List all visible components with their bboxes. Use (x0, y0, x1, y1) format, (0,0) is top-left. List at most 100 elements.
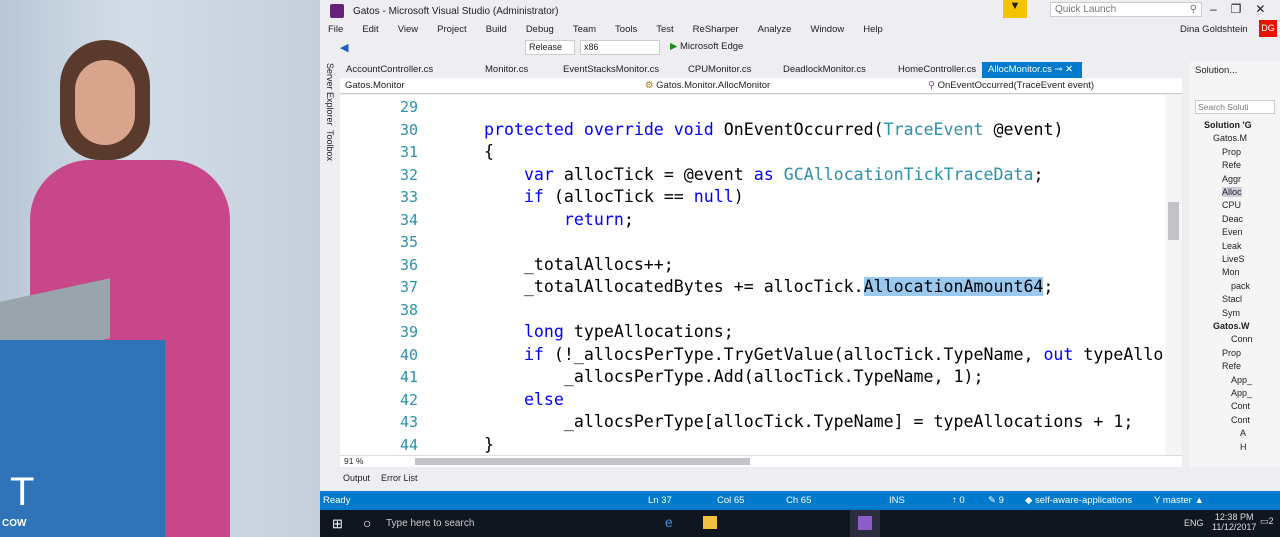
solution-item[interactable]: Cont (1231, 401, 1250, 411)
solution-item[interactable]: Gatos.W (1213, 321, 1250, 331)
navigation-bar: Gatos.Monitor ⚙ Gatos.Monitor.AllocMonit… (340, 78, 1182, 94)
tab-cpumonitor[interactable]: CPUMonitor.cs (688, 64, 751, 75)
window-controls[interactable]: –❐✕ (1210, 2, 1280, 16)
status-ch: Ch 65 (786, 495, 812, 506)
menu-item-analyze[interactable]: Analyze (758, 24, 792, 35)
solution-item[interactable]: Aggr (1222, 174, 1241, 184)
tab-monitor[interactable]: Monitor.cs (485, 64, 528, 75)
type-name: GCAllocationTickTraceData (783, 164, 1034, 184)
menu-item-resharper[interactable]: ReSharper (693, 24, 739, 35)
solution-item[interactable]: Prop (1222, 147, 1241, 157)
zoom-level[interactable]: 91 % (344, 456, 363, 466)
language-indicator[interactable]: ENG (1184, 518, 1204, 528)
menu-item-test[interactable]: Test (656, 24, 673, 35)
close-tab-icon[interactable]: ✕ (1065, 64, 1073, 75)
back-icon[interactable]: ◀ (340, 41, 348, 54)
solution-item[interactable]: Sym (1222, 308, 1240, 318)
menu-item-team[interactable]: Team (573, 24, 596, 35)
code-line: } (444, 435, 494, 454)
taskbar-search[interactable]: Type here to search (386, 518, 474, 529)
solution-item[interactable]: App_ (1231, 375, 1252, 385)
solution-explorer: Solution... Search Soluti Solution 'G Gat… (1190, 62, 1280, 467)
solution-search-input[interactable]: Search Soluti (1195, 100, 1275, 114)
toolbox-tab[interactable]: Toolbox (325, 130, 335, 161)
user-avatar[interactable]: DG (1259, 20, 1277, 37)
solution-item[interactable]: Gatos.M (1213, 133, 1247, 143)
scroll-thumb[interactable] (1168, 202, 1179, 240)
tab-homecontroller[interactable]: HomeController.cs (898, 64, 976, 75)
solution-item[interactable]: Mon (1222, 267, 1240, 277)
menu-bar: File Edit View Project Build Debug Team Tools Te… (328, 24, 902, 35)
solution-item[interactable]: CPU (1222, 200, 1241, 210)
menu-item-view[interactable]: View (398, 24, 418, 35)
solution-item[interactable]: Leak (1222, 241, 1242, 251)
file-explorer-icon[interactable] (703, 516, 717, 529)
type-dropdown[interactable]: ⚙ Gatos.Monitor.AllocMonitor (645, 80, 915, 91)
code-token: _allocsPerType.Add(allocTick.TypeName, 1… (444, 367, 984, 386)
tab-deadlockmonitor[interactable]: DeadlockMonitor.cs (783, 64, 866, 75)
platform-select[interactable]: x86 (580, 40, 660, 55)
menu-item-debug[interactable]: Debug (526, 24, 554, 35)
visual-studio-taskbar-icon[interactable] (850, 510, 880, 537)
solution-item[interactable]: A (1240, 428, 1246, 438)
push-count[interactable]: ↑ 0 (952, 495, 965, 506)
output-tab[interactable]: Output (343, 473, 370, 483)
menu-item-edit[interactable]: Edit (362, 24, 378, 35)
user-name[interactable]: Dina Goldshtein (1180, 24, 1248, 35)
editor-vertical-scrollbar[interactable] (1165, 95, 1182, 455)
menu-item-project[interactable]: Project (437, 24, 467, 35)
server-explorer-tab[interactable]: Server Explorer (325, 63, 335, 126)
menu-item-window[interactable]: Window (810, 24, 844, 35)
menu-item-help[interactable]: Help (863, 24, 883, 35)
quick-launch-input[interactable]: Quick Launch ⚲ (1050, 2, 1202, 17)
solution-item[interactable]: Prop (1222, 348, 1241, 358)
tab-eventstacksmonitor[interactable]: EventStacksMonitor.cs (563, 64, 659, 75)
code-token: (allocTick == (543, 187, 694, 206)
solution-item[interactable]: App_ (1231, 388, 1252, 398)
branch-name[interactable]: Y master ▲ (1154, 495, 1204, 506)
presenter-video: T COW (0, 0, 320, 537)
solution-item[interactable]: Deac (1222, 214, 1243, 224)
solution-item[interactable]: Solution 'G (1204, 120, 1252, 130)
code-editor[interactable]: 29 30 protected override void OnEventOccu… (340, 95, 1165, 455)
filter-icon[interactable]: ▼ (1003, 0, 1027, 18)
run-button[interactable]: ▶ Microsoft Edge (670, 41, 743, 52)
keyword: as (753, 164, 774, 184)
solution-item[interactable]: Cont (1231, 415, 1250, 425)
status-col: Col 65 (717, 495, 745, 506)
windows-start-icon[interactable]: ⊞ (332, 516, 343, 532)
edit-count[interactable]: ✎ 9 (988, 495, 1004, 506)
solution-item[interactable]: LiveS (1222, 254, 1245, 264)
line-number: 34 (399, 210, 418, 229)
repo-name[interactable]: ◆ self-aware-applications (1025, 495, 1132, 506)
code-line: long typeAllocations; (444, 322, 734, 341)
config-select[interactable]: Release (525, 40, 575, 55)
solution-item[interactable]: Even (1222, 227, 1243, 237)
solution-item[interactable]: Refe (1222, 160, 1241, 170)
project-dropdown[interactable]: Gatos.Monitor (345, 80, 615, 91)
edge-icon[interactable]: e (665, 514, 673, 530)
tab-allocmonitor-active[interactable]: AllocMonitor.cs ⊸ ✕ (982, 62, 1082, 78)
notifications-icon[interactable]: ▭2 (1260, 516, 1274, 527)
menu-item-tools[interactable]: Tools (615, 24, 637, 35)
tab-accountcontroller[interactable]: AccountController.cs (346, 64, 433, 75)
menu-item-file[interactable]: File (328, 24, 343, 35)
line-number: 37 (399, 278, 418, 296)
pin-icon[interactable]: ⊸ (1055, 64, 1063, 75)
active-tab-label: AllocMonitor.cs (988, 64, 1052, 75)
horizontal-scroll-thumb[interactable] (415, 458, 750, 465)
menu-item-build[interactable]: Build (486, 24, 507, 35)
solution-item[interactable]: Refe (1222, 361, 1241, 371)
solution-item[interactable]: Alloc (1222, 187, 1242, 197)
line-number: 42 (399, 390, 418, 409)
solution-item[interactable]: Conn (1231, 334, 1253, 344)
error-list-tab[interactable]: Error List (381, 473, 418, 483)
solution-item[interactable]: pack (1231, 281, 1250, 291)
cortana-icon[interactable]: ○ (363, 515, 371, 531)
member-dropdown[interactable]: ⚲ OnEventOccurred(TraceEvent event) (928, 80, 1178, 91)
clock[interactable]: 12:38 PM 11/12/2017 (1212, 512, 1256, 532)
solution-item[interactable]: Stacl (1222, 294, 1242, 304)
solution-item[interactable]: H (1240, 442, 1247, 452)
